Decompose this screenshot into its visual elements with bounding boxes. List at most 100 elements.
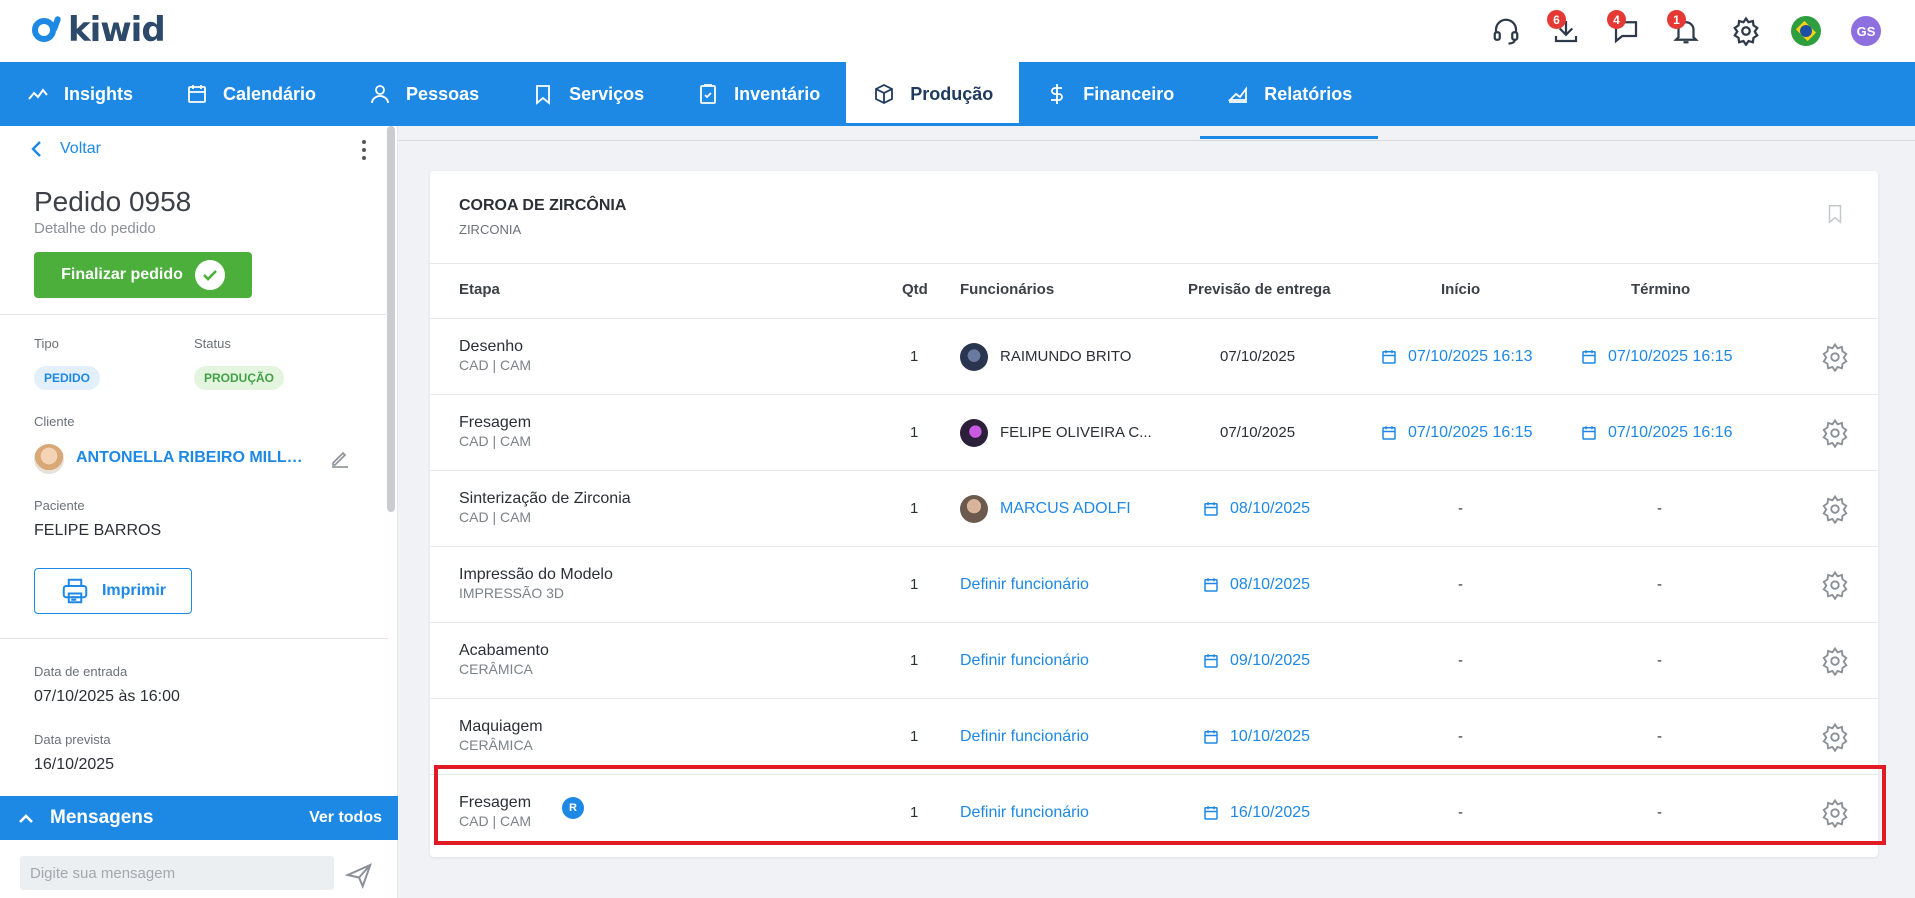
main-top-divider [398,140,1915,141]
order-subtitle: Detalhe do pedido [34,220,156,237]
messages-header[interactable]: Mensagens Ver todos [0,796,398,840]
back-label: Voltar [60,140,101,157]
row-settings-gear-icon[interactable] [1820,699,1850,774]
end-date-link[interactable]: 07/10/2025 16:15 [1580,348,1733,366]
settings-gear-icon[interactable] [1727,12,1765,50]
prevista-value: 16/10/2025 [34,756,115,773]
calendar-icon [1202,728,1220,746]
header-divider [430,263,1878,264]
tooth-bookmark-icon[interactable] [1824,203,1846,225]
chat-icon[interactable]: 4 [1607,10,1645,50]
table-row[interactable]: Fresagem CAD | CAM 1 FELIPE OLIVEIRA C... 07… [430,394,1878,470]
define-employee-link[interactable]: Definir funcionário [960,652,1089,670]
nav-calendario[interactable]: Calendário [159,62,342,126]
nav-inventario[interactable]: Inventário [670,62,846,126]
employee-cell[interactable]: FELIPE OLIVEIRA C... [960,395,1152,470]
nav-pessoas[interactable]: Pessoas [342,62,505,126]
brazil-flag-icon[interactable] [1787,12,1825,50]
table-row[interactable]: Sinterização de Zirconia CAD | CAM 1 MARCUS… [430,470,1878,546]
downloads-badge: 6 [1547,10,1566,29]
flag-shape [1791,16,1821,46]
calendar-icon [1580,348,1598,366]
row-settings-gear-icon[interactable] [1820,623,1850,698]
nav-servicos[interactable]: Serviços [505,62,670,126]
nav-producao[interactable]: Produção [846,62,1020,126]
send-icon[interactable] [344,860,374,890]
paciente-value: FELIPE BARROS [34,522,162,539]
edit-pencil-icon[interactable] [328,446,352,470]
table-row[interactable]: Impressão do Modelo IMPRESSÃO 3D 1 Definir … [430,546,1878,622]
calendar-icon [1380,348,1398,366]
table-row[interactable]: Desenho CAD | CAM 1 RAIMUNDO BRITO 07/10/202… [430,318,1878,394]
stage-category: IMPRESSÃO 3D [459,585,565,601]
view-all-messages-link[interactable]: Ver todos [309,809,382,827]
forecast-date: 16/10/2025 [1230,803,1311,821]
table-row[interactable]: Fresagem CAD | CAM R 1 Definir funcionário 16… [430,774,1878,850]
employee-avatar [960,494,988,523]
qty-cell: 1 [910,576,919,593]
end-date-link[interactable]: 07/10/2025 16:16 [1580,424,1733,442]
logo-mark-icon [32,18,56,42]
sidebar-scrollbar[interactable] [387,126,395,512]
support-headset-icon[interactable] [1487,12,1525,50]
forecast-date-link[interactable]: 08/10/2025 [1202,576,1310,594]
start-date-link[interactable]: 07/10/2025 16:15 [1380,424,1533,442]
nav-relatorios[interactable]: Relatórios [1200,62,1379,139]
kiwid-logo[interactable]: kiwid [32,10,166,50]
row-settings-gear-icon[interactable] [1820,471,1850,546]
divider [0,638,388,639]
user-avatar[interactable]: GS [1847,12,1885,50]
forecast-date-link[interactable]: 08/10/2025 [1202,500,1310,518]
forecast-date-link[interactable]: 10/10/2025 [1202,728,1310,746]
start-date-link[interactable]: 07/10/2025 16:13 [1380,348,1533,366]
nav-insights[interactable]: Insights [0,62,159,126]
employee-cell[interactable]: MARCUS ADOLFI [960,471,1131,546]
start-date: 07/10/2025 16:13 [1408,347,1533,365]
qty-cell: 1 [910,500,919,517]
qty-cell: 1 [910,348,919,365]
row-settings-gear-icon[interactable] [1820,319,1850,394]
product-title: COROA DE ZIRCÔNIA [459,197,627,214]
nav-label: Insights [64,83,134,104]
cliente-label: Cliente [34,414,75,429]
dollar-icon [1051,84,1064,104]
employee-name: RAIMUNDO BRITO [1000,348,1132,365]
employee-cell[interactable]: RAIMUNDO BRITO [960,319,1131,394]
start-date: - [1458,652,1463,669]
col-header-previsao: Previsão de entrega [1188,281,1331,298]
col-header-funcionarios: Funcionários [960,281,1055,298]
bell-icon[interactable]: 1 [1667,10,1705,50]
back-link[interactable]: Voltar [30,140,101,158]
row-settings-gear-icon[interactable] [1820,547,1850,622]
forecast-date: 08/10/2025 [1230,575,1311,593]
forecast-date-link[interactable]: 09/10/2025 [1202,652,1310,670]
printer-icon [62,578,88,604]
more-options-icon[interactable] [354,138,374,162]
person-icon [371,85,389,104]
nav-financeiro[interactable]: Financeiro [1019,62,1200,126]
message-input[interactable] [20,856,334,890]
top-actions: 6 4 1 GS [1487,8,1885,54]
define-employee-link[interactable]: Definir funcionário [960,728,1089,746]
define-employee-link[interactable]: Definir funcionário [960,804,1089,822]
qty-cell: 1 [910,728,919,745]
finish-order-button[interactable]: Finalizar pedido [34,252,252,298]
define-employee-link[interactable]: Definir funcionário [960,576,1089,594]
production-card: COROA DE ZIRCÔNIA ZIRCONIA Etapa Qtd Fun… [430,171,1878,857]
row-settings-gear-icon[interactable] [1820,775,1850,850]
forecast-date: 10/10/2025 [1230,727,1311,745]
table-row[interactable]: Acabamento CERÂMICA 1 Definir funcionário 09… [430,622,1878,698]
download-icon[interactable]: 6 [1547,10,1585,50]
print-button[interactable]: Imprimir [34,568,192,614]
client-name-link[interactable]: ANTONELLA RIBEIRO MILLER [76,449,306,467]
nav-label: Pessoas [406,83,480,104]
chart-line-icon [28,88,48,100]
paciente-label: Paciente [34,498,85,513]
row-settings-gear-icon[interactable] [1820,395,1850,470]
stage-name: Sinterização de Zirconia [459,490,631,507]
nav-label: Calendário [223,83,317,104]
table-row[interactable]: Maquiagem CERÂMICA 1 Definir funcionário 10/… [430,698,1878,774]
tipo-badge: PEDIDO [34,366,101,390]
prevista-label: Data prevista [34,732,111,747]
forecast-date-link[interactable]: 16/10/2025 [1202,804,1310,822]
